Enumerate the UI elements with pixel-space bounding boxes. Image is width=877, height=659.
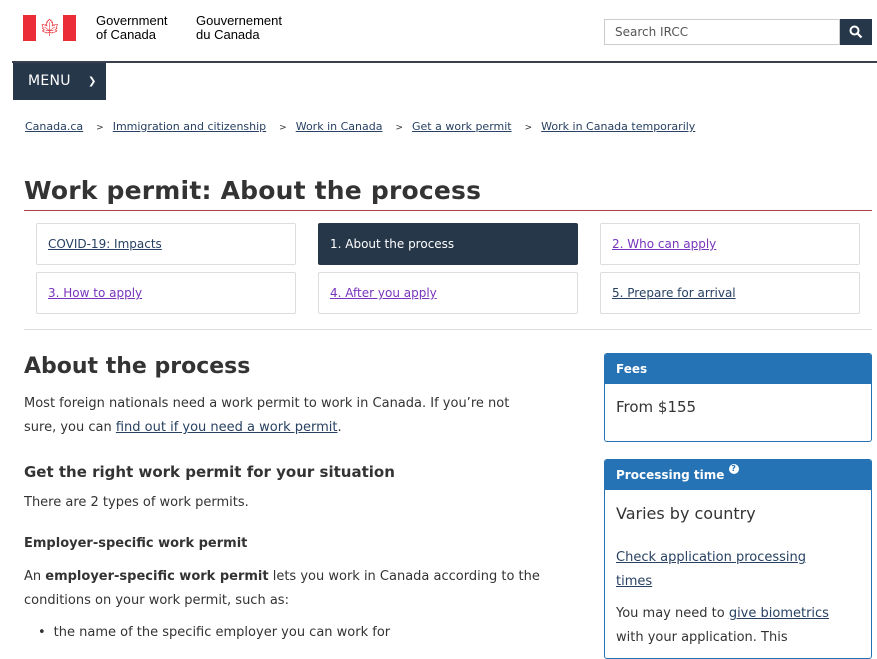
step-label: 5. Prepare for arrival bbox=[612, 286, 736, 300]
processing-link-line-1: Check application processing bbox=[616, 550, 807, 565]
fees-panel-title: Fees bbox=[605, 354, 871, 384]
signature-fr-line2: du Canada bbox=[196, 27, 260, 42]
search-icon bbox=[849, 25, 863, 39]
find-out-link[interactable]: find out if you need a work permit bbox=[116, 420, 338, 435]
breadcrumb-canada[interactable]: Canada.ca bbox=[25, 120, 83, 133]
step-who-can-apply[interactable]: 2. Who can apply bbox=[600, 223, 860, 265]
give-biometrics-link[interactable]: give biometrics bbox=[729, 606, 829, 621]
header-divider bbox=[12, 61, 877, 63]
breadcrumb-get-work-permit[interactable]: Get a work permit bbox=[412, 120, 512, 133]
help-question-icon[interactable]: ? bbox=[728, 464, 739, 474]
biometrics-text: You may need to bbox=[616, 606, 729, 621]
step-covid-impacts[interactable]: COVID-19: Impacts bbox=[36, 223, 296, 265]
biometrics-paragraph: You may need to give biometrics with your… bbox=[616, 602, 866, 650]
breadcrumb-separator-icon: > bbox=[395, 123, 403, 133]
signature-fr-line1: Gouvernement bbox=[196, 13, 282, 28]
processing-link-block: Check application processing times bbox=[616, 546, 806, 594]
employer-text: lets you work in Canada according to the bbox=[268, 569, 540, 584]
list-item-text: the name of the specific employer you ca… bbox=[53, 625, 391, 640]
signature-en-line2: of Canada bbox=[96, 27, 156, 42]
signature-english[interactable]: Government of Canada bbox=[96, 14, 168, 42]
breadcrumb-work-temporarily[interactable]: Work in Canada temporarily bbox=[541, 120, 695, 133]
step-label: 3. How to apply bbox=[48, 286, 143, 300]
employer-paragraph: An employer-specific work permit lets yo… bbox=[24, 565, 584, 613]
check-processing-times-link[interactable]: Check application processing times bbox=[616, 550, 806, 589]
intro-line-1: Most foreign nationals need a work permi… bbox=[24, 396, 510, 411]
types-text: There are 2 types of work permits. bbox=[24, 495, 249, 510]
canada-flag-logo[interactable]: 🍁︎ bbox=[23, 15, 76, 41]
step-how-to-apply[interactable]: 3. How to apply bbox=[36, 272, 296, 314]
step-about-process[interactable]: 1. About the process bbox=[318, 223, 578, 265]
processing-link-line-2: times bbox=[616, 574, 653, 589]
chevron-down-icon: ❯ bbox=[88, 76, 97, 87]
fees-value: From $155 bbox=[616, 398, 697, 416]
list-item: • the name of the specific employer you c… bbox=[38, 623, 390, 643]
step-prepare-for-arrival[interactable]: 5. Prepare for arrival bbox=[600, 272, 860, 314]
signature-en-line1: Government bbox=[96, 13, 168, 28]
section-heading: About the process bbox=[24, 354, 251, 379]
biometrics-text-cont: with your application. This bbox=[616, 630, 788, 645]
processing-panel-title: Processing time bbox=[616, 468, 725, 482]
maple-leaf-icon: 🍁︎ bbox=[38, 18, 61, 38]
title-underline bbox=[24, 210, 872, 211]
breadcrumb-work-in-canada[interactable]: Work in Canada bbox=[296, 120, 383, 133]
employer-permit-heading: Employer-specific work permit bbox=[24, 536, 248, 551]
step-label: 2. Who can apply bbox=[612, 237, 717, 251]
step-after-you-apply[interactable]: 4. After you apply bbox=[318, 272, 578, 314]
step-label: COVID-19: Impacts bbox=[48, 237, 162, 251]
breadcrumb-separator-icon: > bbox=[96, 123, 104, 133]
fees-panel: Fees From $155 bbox=[604, 353, 872, 442]
menu-label: MENU bbox=[28, 73, 71, 89]
breadcrumb: Canada.ca > Immigration and citizenship > Wo… bbox=[25, 120, 695, 135]
search-button[interactable] bbox=[840, 19, 872, 45]
employer-line-1: An employer-specific work permit lets yo… bbox=[24, 565, 584, 589]
step-label: 1. About the process bbox=[330, 237, 455, 251]
flag-red-bar-right bbox=[63, 15, 76, 41]
processing-value: Varies by country bbox=[616, 504, 756, 523]
search-input[interactable]: Search IRCC bbox=[604, 19, 840, 45]
employer-line-2: conditions on your work permit, such as: bbox=[24, 593, 289, 608]
processing-time-panel: Processing time ? Varies by country Chec… bbox=[604, 459, 872, 659]
menu-button[interactable]: MENU ❯ bbox=[13, 63, 106, 100]
intro-line-2: sure, you can find out if you need a wor… bbox=[24, 416, 584, 440]
breadcrumb-immigration[interactable]: Immigration and citizenship bbox=[113, 120, 266, 133]
step-label: 4. After you apply bbox=[330, 286, 437, 300]
signature-french[interactable]: Gouvernement du Canada bbox=[196, 14, 282, 42]
flag-red-bar-left bbox=[23, 15, 36, 41]
subsection-heading: Get the right work permit for your situa… bbox=[24, 463, 395, 481]
breadcrumb-separator-icon: > bbox=[524, 123, 533, 133]
employer-text: An bbox=[24, 569, 46, 584]
section-divider bbox=[24, 329, 872, 330]
intro-paragraph: Most foreign nationals need a work permi… bbox=[24, 392, 584, 440]
employer-bold-term: employer-specific work permit bbox=[45, 569, 269, 584]
breadcrumb-separator-icon: > bbox=[279, 123, 287, 133]
processing-panel-header: Processing time ? bbox=[605, 460, 871, 490]
intro-period: . bbox=[337, 420, 342, 435]
page-title: Work permit: About the process bbox=[24, 176, 482, 205]
intro-text: sure, you can bbox=[24, 420, 116, 435]
bullet-icon: • bbox=[38, 625, 46, 640]
